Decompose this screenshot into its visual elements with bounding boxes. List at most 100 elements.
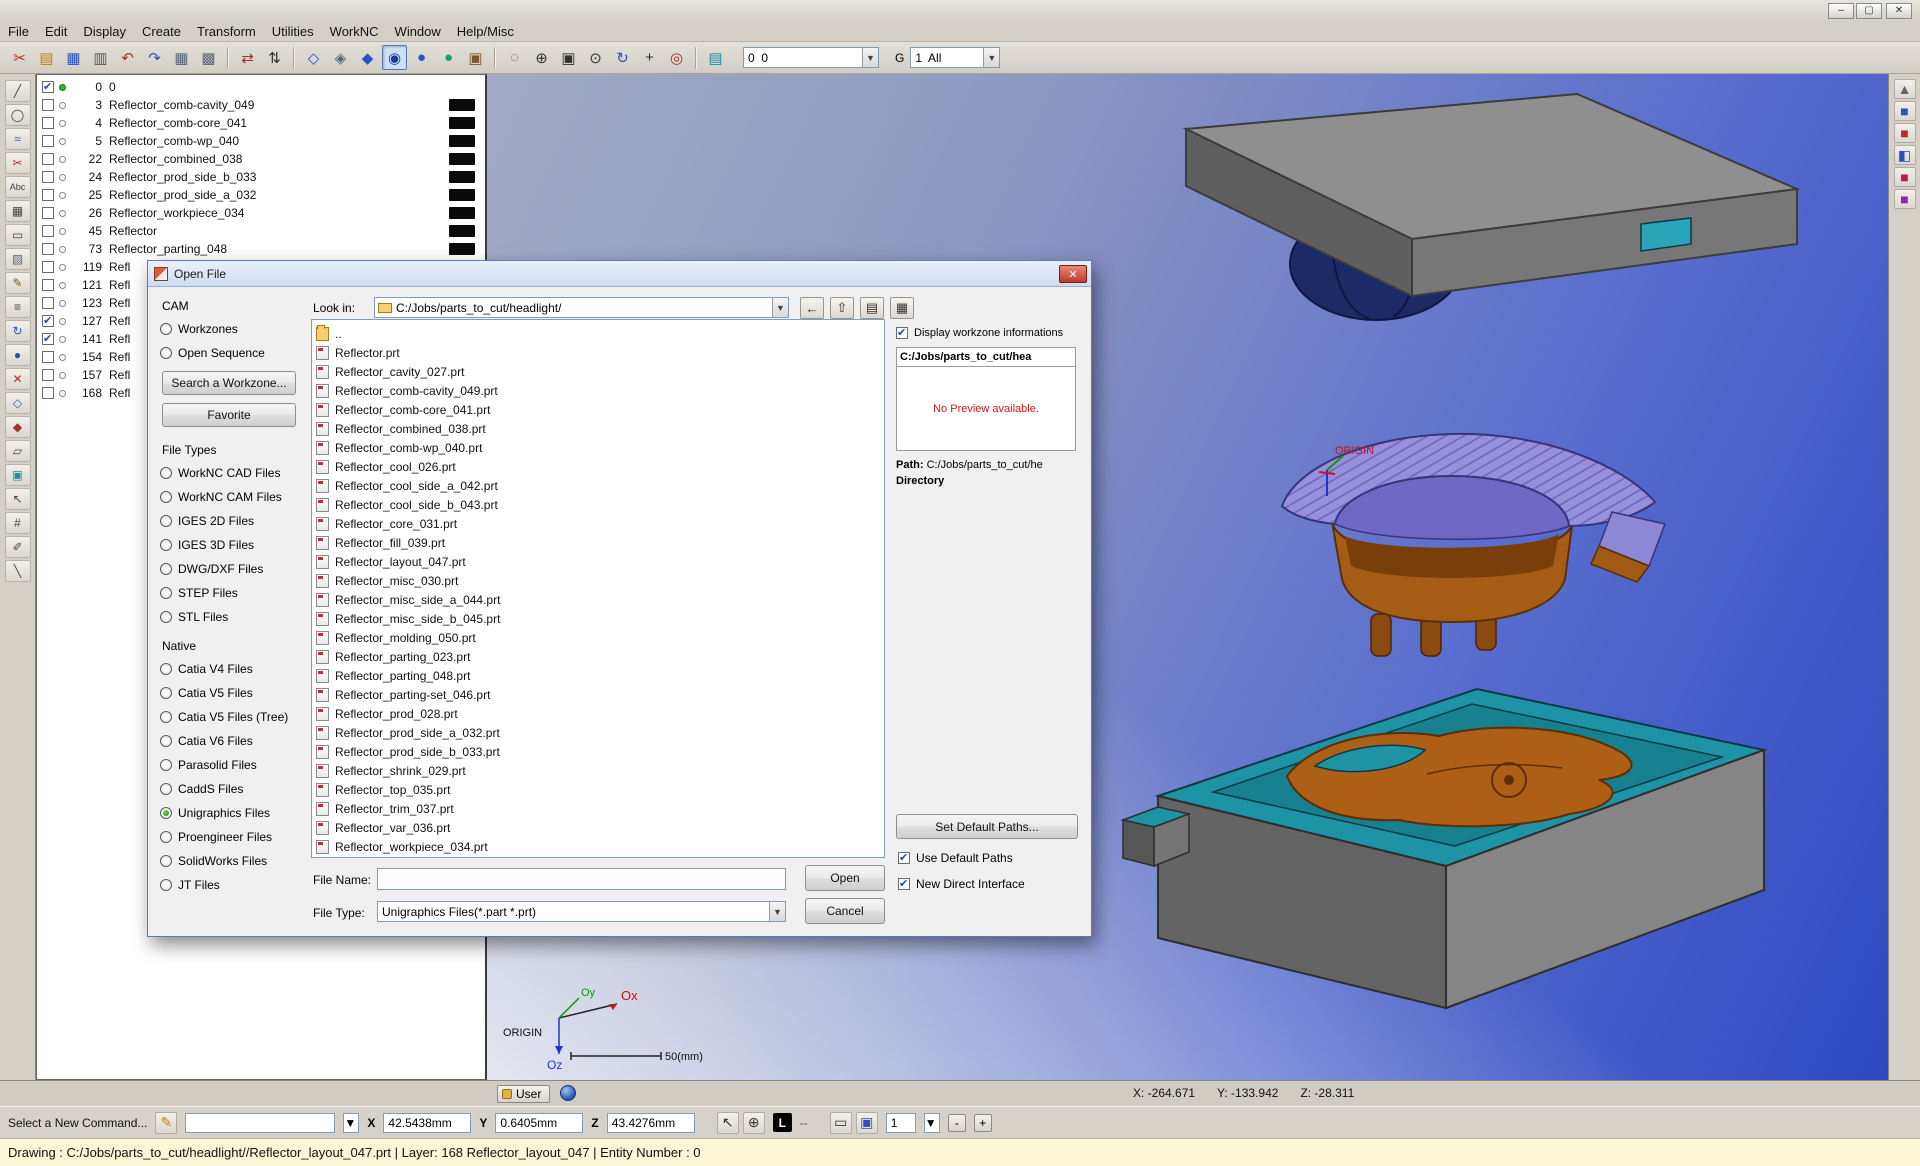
transform-move-icon[interactable]: ⇅ bbox=[262, 45, 287, 70]
file-item[interactable]: Reflector_core_031.prt bbox=[316, 514, 884, 533]
filetype-option-iges-3d-files[interactable]: IGES 3D Files bbox=[160, 533, 304, 557]
l-mode-badge[interactable]: L bbox=[773, 1113, 792, 1132]
layer-visibility-checkbox[interactable] bbox=[42, 333, 54, 345]
native-option-catia-v5-files-tree[interactable]: Catia V5 Files (Tree) bbox=[160, 705, 304, 729]
layer-visibility-checkbox[interactable] bbox=[42, 243, 54, 255]
filetype-option-worknc-cam-files[interactable]: WorkNC CAM Files bbox=[160, 485, 304, 509]
sphere-green-icon[interactable]: ● bbox=[436, 45, 461, 70]
look-in-combo[interactable]: C:/Jobs/parts_to_cut/headlight/ ▼ bbox=[374, 297, 789, 318]
rotate-view-icon[interactable]: ↻ bbox=[610, 45, 635, 70]
filetype-option-step-files[interactable]: STEP Files bbox=[160, 581, 304, 605]
file-item[interactable]: Reflector_cool_026.prt bbox=[316, 457, 884, 476]
layout-tool-icon[interactable]: ▦ bbox=[5, 200, 31, 222]
menu-utilities[interactable]: Utilities bbox=[264, 22, 322, 41]
layer-visibility-checkbox[interactable] bbox=[42, 387, 54, 399]
title-bar[interactable]: – ▢ ✕ bbox=[0, 0, 1920, 22]
native-option-catia-v4-files[interactable]: Catia V4 Files bbox=[160, 657, 304, 681]
layer-visibility-checkbox[interactable] bbox=[42, 171, 54, 183]
grid-snap-tool-icon[interactable]: # bbox=[5, 512, 31, 534]
view-number-field[interactable]: 1 bbox=[886, 1113, 916, 1133]
use-default-paths-row[interactable]: Use Default Paths bbox=[898, 851, 1013, 865]
layers-icon[interactable]: ▤ bbox=[703, 45, 728, 70]
file-item[interactable]: Reflector_workpiece_034.prt bbox=[316, 837, 884, 856]
layer-visibility-checkbox[interactable] bbox=[42, 207, 54, 219]
snapshot-icon[interactable]: ▣ bbox=[463, 45, 488, 70]
menu-edit[interactable]: Edit bbox=[37, 22, 75, 41]
pencil-tool-icon[interactable]: ╱ bbox=[5, 80, 31, 102]
x-coordinate-field[interactable]: 42.5438mm bbox=[383, 1113, 471, 1133]
file-item[interactable]: Reflector_combined_038.prt bbox=[316, 419, 884, 438]
file-item[interactable]: Reflector.prt bbox=[316, 343, 884, 362]
view-hidden-icon[interactable]: ◈ bbox=[328, 45, 353, 70]
file-item[interactable]: Reflector_molding_050.prt bbox=[316, 628, 884, 647]
scroll-up-icon[interactable]: ▲ bbox=[1894, 79, 1916, 99]
file-item[interactable]: Reflector_trim_037.prt bbox=[316, 799, 884, 818]
select-entity-icon[interactable]: ↖ bbox=[717, 1112, 739, 1134]
file-item[interactable]: Reflector_cool_side_b_043.prt bbox=[316, 495, 884, 514]
sphere-tool-icon[interactable]: ● bbox=[5, 344, 31, 366]
filetype-option-dwg-dxf-files[interactable]: DWG/DXF Files bbox=[160, 557, 304, 581]
view-rendered-icon[interactable]: ◉ bbox=[382, 45, 407, 70]
new-direct-interface-checkbox[interactable] bbox=[898, 878, 910, 890]
zoom-plus-button[interactable]: + bbox=[974, 1114, 992, 1132]
solid-tool-icon[interactable]: ◆ bbox=[5, 416, 31, 438]
search-workzone-button[interactable]: Search a Workzone... bbox=[162, 371, 296, 395]
set-default-paths-button[interactable]: Set Default Paths... bbox=[896, 814, 1078, 839]
cam-option-open-sequence[interactable]: Open Sequence bbox=[160, 341, 304, 365]
file-item[interactable]: Reflector_layout_047.prt bbox=[316, 552, 884, 571]
favorite-button[interactable]: Favorite bbox=[162, 403, 296, 427]
layer-row[interactable]: 45Reflector bbox=[37, 222, 485, 240]
menu-display[interactable]: Display bbox=[75, 22, 134, 41]
layer-visibility-checkbox[interactable] bbox=[42, 81, 54, 93]
filetype-option-stl-files[interactable]: STL Files bbox=[160, 605, 304, 629]
native-option-cadds-files[interactable]: CaddS Files bbox=[160, 777, 304, 801]
cancel-button[interactable]: Cancel bbox=[805, 898, 885, 924]
layer-row[interactable]: 24Reflector_prod_side_b_033 bbox=[37, 168, 485, 186]
view-mode-blue-icon[interactable]: ■ bbox=[1894, 101, 1916, 121]
hatch-tool-icon[interactable]: ▨ bbox=[5, 248, 31, 270]
display-workzone-info-checkbox[interactable] bbox=[896, 327, 908, 339]
maximize-button[interactable]: ▢ bbox=[1856, 3, 1882, 19]
file-item[interactable]: Reflector_comb-cavity_049.prt bbox=[316, 381, 884, 400]
layer-visibility-checkbox[interactable] bbox=[42, 351, 54, 363]
chevron-down-icon[interactable]: ▼ bbox=[983, 48, 999, 67]
view-mode-red-icon[interactable]: ■ bbox=[1894, 123, 1916, 143]
layer-visibility-checkbox[interactable] bbox=[42, 279, 54, 291]
menu-worknc[interactable]: WorkNC bbox=[322, 22, 387, 41]
file-item[interactable]: Reflector_comb-wp_040.prt bbox=[316, 438, 884, 457]
workzone-sphere-icon[interactable] bbox=[560, 1085, 576, 1101]
single-view-icon[interactable]: ▭ bbox=[830, 1112, 852, 1134]
revolve-tool-icon[interactable]: ↻ bbox=[5, 320, 31, 342]
grid-icon[interactable]: ▦ bbox=[169, 45, 194, 70]
layer-row[interactable]: 73Reflector_parting_048 bbox=[37, 240, 485, 258]
curve-tool-icon[interactable]: ≈ bbox=[5, 128, 31, 150]
measure-tool-icon[interactable]: ╲ bbox=[5, 560, 31, 582]
menu-help-misc[interactable]: Help/Misc bbox=[449, 22, 522, 41]
user-button[interactable]: User bbox=[497, 1085, 550, 1103]
layer-visibility-checkbox[interactable] bbox=[42, 261, 54, 273]
layer-row[interactable]: 3Reflector_comb-cavity_049 bbox=[37, 96, 485, 114]
view-shaded-icon[interactable]: ◆ bbox=[355, 45, 380, 70]
cut-icon[interactable]: ✂ bbox=[7, 45, 32, 70]
layer-row[interactable]: 26Reflector_workpiece_034 bbox=[37, 204, 485, 222]
save-icon[interactable]: ▦ bbox=[61, 45, 86, 70]
file-item[interactable]: Reflector_parting_048.prt bbox=[316, 666, 884, 685]
command-input[interactable] bbox=[185, 1113, 335, 1133]
stamp-tool-icon[interactable]: ▣ bbox=[5, 464, 31, 486]
zoom-extents-icon[interactable]: ⊙ bbox=[583, 45, 608, 70]
workpiece-slab-model[interactable] bbox=[1186, 94, 1797, 320]
redo-icon[interactable]: ↷ bbox=[142, 45, 167, 70]
native-option-proengineer-files[interactable]: Proengineer Files bbox=[160, 825, 304, 849]
layer-row[interactable]: 5Reflector_comb-wp_040 bbox=[37, 132, 485, 150]
native-option-solidworks-files[interactable]: SolidWorks Files bbox=[160, 849, 304, 873]
filetype-option-worknc-cad-files[interactable]: WorkNC CAD Files bbox=[160, 461, 304, 485]
display-workzone-info-row[interactable]: Display workzone informations bbox=[896, 327, 1063, 339]
minimize-button[interactable]: – bbox=[1828, 3, 1854, 19]
pan-view-icon[interactable]: + bbox=[637, 45, 662, 70]
menu-create[interactable]: Create bbox=[134, 22, 189, 41]
file-item[interactable]: Reflector_var_036.prt bbox=[316, 818, 884, 837]
layer-visibility-checkbox[interactable] bbox=[42, 153, 54, 165]
layer-row[interactable]: 22Reflector_combined_038 bbox=[37, 150, 485, 168]
open-file-icon[interactable]: ▤ bbox=[34, 45, 59, 70]
zoom-previous-icon[interactable]: ◌ bbox=[502, 45, 527, 70]
